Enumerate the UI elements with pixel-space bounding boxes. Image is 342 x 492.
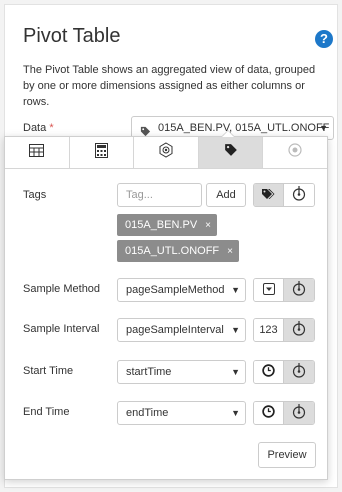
tag-chip: 015A_BEN.PV × (117, 214, 217, 236)
description-text: The Pivot Table shows an aggregated view… (23, 64, 316, 108)
variable-icon (292, 404, 306, 422)
chevron-down-icon: ▼ (231, 325, 240, 335)
tab-calculation[interactable] (69, 137, 135, 168)
help-icon[interactable]: ? (315, 30, 333, 48)
sample-method-label: Sample Method (23, 283, 101, 295)
chevron-down-icon: ▼ (231, 408, 240, 418)
chevron-down-icon: ▼ (231, 285, 240, 295)
number-mode-button[interactable]: 123 (254, 319, 284, 341)
tag-input[interactable]: Tag... (117, 183, 202, 207)
clock-mode-button[interactable] (254, 361, 284, 383)
close-icon[interactable]: × (205, 220, 211, 231)
tab-tags[interactable] (198, 137, 264, 168)
calculator-icon (94, 142, 108, 163)
variable-icon (292, 186, 306, 204)
tag-chip: 015A_UTL.ONOFF × (117, 240, 239, 262)
dropdown-mode-button[interactable] (254, 279, 284, 301)
start-time-value: startTime (126, 366, 172, 378)
tags-mode-group (253, 183, 315, 207)
add-tag-button[interactable]: Add (206, 183, 246, 207)
close-icon[interactable]: × (227, 246, 233, 257)
data-label-text: Data (23, 122, 47, 134)
end-time-select[interactable]: endTime ▼ (117, 401, 246, 425)
disabled-circle-icon (288, 143, 302, 162)
tags-mode-button[interactable] (254, 184, 284, 206)
variable-mode-button[interactable] (284, 319, 314, 341)
tag-icon (224, 143, 238, 162)
variable-icon (292, 363, 306, 381)
tab-table[interactable] (5, 137, 70, 168)
settings-icon (158, 142, 174, 163)
clock-mode-button[interactable] (254, 402, 284, 424)
popover-arrow-inner (222, 131, 234, 137)
clock-icon (262, 405, 275, 421)
variable-mode-button[interactable] (284, 279, 314, 301)
tag-chip-label: 015A_BEN.PV (125, 219, 198, 231)
tags-variable-button[interactable] (284, 184, 314, 206)
table-icon (29, 143, 45, 162)
required-mark: * (49, 122, 54, 134)
dropdown-box-icon (262, 282, 275, 298)
page-title: Pivot Table (23, 25, 121, 47)
sample-interval-label: Sample Interval (23, 323, 100, 335)
popover-tabs (5, 137, 327, 169)
variable-icon (292, 321, 306, 339)
end-time-value: endTime (126, 407, 169, 419)
tab-disabled[interactable] (263, 137, 327, 168)
sample-interval-value: pageSampleInterval (126, 324, 224, 336)
clock-icon (262, 364, 275, 380)
start-time-mode-group (253, 360, 315, 384)
start-time-label: Start Time (23, 365, 74, 377)
sample-method-value: pageSampleMethod (126, 284, 225, 296)
tags-label: Tags (23, 189, 47, 201)
settings-popover: Tags Tag... Add 015A_BEN.PV × 015A_UTL.ON… (4, 136, 328, 480)
preview-button[interactable]: Preview (258, 442, 316, 468)
variable-mode-button[interactable] (284, 361, 314, 383)
number-label: 123 (259, 324, 278, 336)
tab-settings[interactable] (134, 137, 199, 168)
sample-interval-mode-group: 123 (253, 318, 315, 342)
variable-icon (292, 281, 306, 299)
tag-chip-label: 015A_UTL.ONOFF (125, 245, 220, 257)
sample-interval-select[interactable]: pageSampleInterval ▼ (117, 318, 246, 342)
end-time-mode-group (253, 401, 315, 425)
start-time-select[interactable]: startTime ▼ (117, 360, 246, 384)
sample-method-select[interactable]: pageSampleMethod ▼ (117, 278, 246, 302)
tags-icon (261, 188, 276, 203)
end-time-label: End Time (23, 406, 70, 418)
data-label: Data * (23, 122, 54, 134)
variable-mode-button[interactable] (284, 402, 314, 424)
data-select-value: 015A_BEN.PV, 015A_UTL.ONOFF (158, 122, 330, 134)
chevron-down-icon: ▼ (231, 367, 240, 377)
sample-method-mode-group (253, 278, 315, 302)
